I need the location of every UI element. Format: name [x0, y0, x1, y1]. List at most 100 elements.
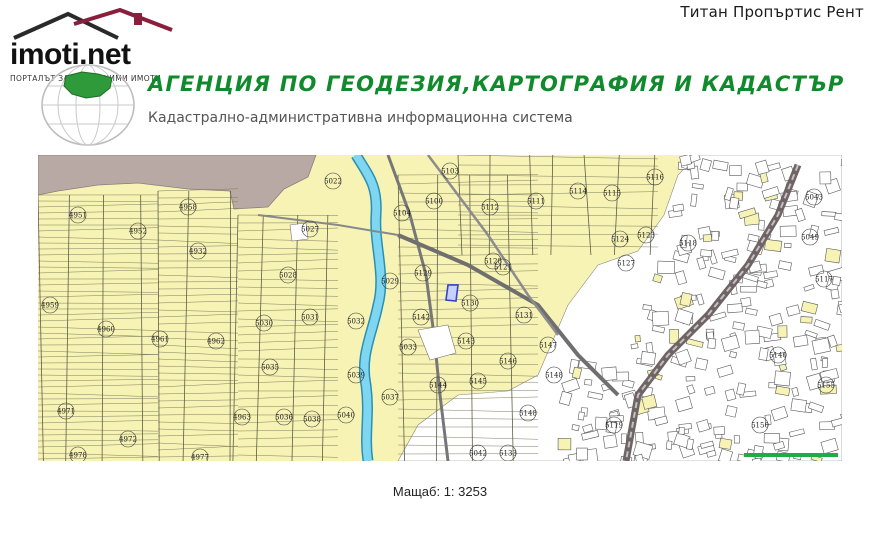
- parcel-number-label[interactable]: 4959: [41, 302, 59, 310]
- parcel-number-label[interactable]: 5031: [301, 314, 319, 322]
- urban-block: [651, 310, 670, 327]
- parcel-number-label[interactable]: 5032: [347, 318, 365, 326]
- urban-block: [726, 303, 743, 314]
- parcel-number-label[interactable]: 4972: [119, 436, 137, 444]
- parcel-number-label[interactable]: 5033: [399, 344, 417, 352]
- parcel-number-label[interactable]: 5148: [519, 410, 537, 418]
- cadastral-map[interactable]: 4951 4952 4958 4959 4960 4961 4962 4971 4972 4978…: [38, 155, 842, 461]
- parcel-number-label[interactable]: 5148: [545, 372, 563, 380]
- parcel-number-label[interactable]: 4951: [69, 212, 87, 220]
- urban-block: [824, 247, 842, 264]
- parcel-number-label[interactable]: 5029: [381, 278, 399, 286]
- urban-block: [733, 435, 740, 444]
- parcel-number-label[interactable]: 4952: [129, 228, 147, 236]
- parcel-number-label[interactable]: 5124: [611, 236, 629, 244]
- urban-block: [744, 329, 761, 345]
- urban-block: [821, 358, 829, 368]
- urban-block: [718, 437, 733, 450]
- parcel-number-label[interactable]: 5039: [347, 372, 365, 380]
- urban-block: [630, 343, 639, 350]
- parcel-number-label[interactable]: 5022: [324, 178, 342, 186]
- parcel-number-label[interactable]: 5116: [646, 174, 664, 182]
- parcel-number-label[interactable]: 5147: [539, 342, 557, 350]
- urban-block: [764, 238, 783, 252]
- parcel-number-label[interactable]: 5038: [303, 416, 321, 424]
- parcel-number-label[interactable]: 5111: [527, 198, 545, 206]
- parcel-number-label[interactable]: 4971: [57, 408, 75, 416]
- urban-block: [758, 347, 769, 361]
- parcel-number-label[interactable]: 5119: [605, 422, 623, 430]
- parcel-number-label[interactable]: 5130: [461, 300, 479, 308]
- urban-block: [702, 234, 713, 242]
- parcel-number-label[interactable]: 5100: [425, 198, 443, 206]
- parcel-number-label[interactable]: 5145: [469, 378, 487, 386]
- parcel-number-label[interactable]: 5142: [412, 314, 430, 322]
- urban-block: [640, 351, 657, 366]
- urban-block: [665, 440, 673, 450]
- urban-block: [576, 447, 588, 461]
- parcel-number-label[interactable]: 5035: [261, 364, 279, 372]
- parcel-number-label[interactable]: 5140: [769, 352, 787, 360]
- parcel-number-label[interactable]: 5042: [469, 450, 487, 458]
- urban-block: [602, 434, 618, 449]
- urban-block: [657, 260, 675, 274]
- urban-block: [728, 196, 740, 210]
- parcel-number-label[interactable]: 5131: [515, 312, 533, 320]
- urban-block: [763, 432, 781, 444]
- urban-block: [840, 158, 842, 167]
- parcel-number-label[interactable]: 5037: [381, 394, 399, 402]
- house-roof-icon: [13, 8, 173, 40]
- parcel-number-label[interactable]: 5104: [393, 210, 411, 218]
- parcel-number-label[interactable]: 5129: [414, 270, 432, 278]
- parcel-number-label[interactable]: 4978: [69, 452, 87, 460]
- parcel-number-label[interactable]: 5112: [481, 204, 499, 212]
- parcel-number-label[interactable]: 5049: [801, 234, 819, 242]
- highlighted-parcel[interactable]: [445, 284, 459, 302]
- urban-block: [777, 325, 788, 338]
- parcel-number-label[interactable]: 4963: [233, 414, 251, 422]
- urban-block: [713, 426, 726, 436]
- parcel-number-label[interactable]: 4960: [97, 326, 115, 334]
- parcel-number-label[interactable]: 4932: [189, 248, 207, 256]
- parcel-number-label[interactable]: 5146: [499, 358, 517, 366]
- map-scale-label: Мащаб: 1: 3253: [392, 484, 488, 499]
- urban-block: [678, 426, 686, 435]
- parcel-number-label[interactable]: 5150: [751, 422, 769, 430]
- parcel-number-label[interactable]: 5027: [301, 226, 319, 234]
- scale-bar: [744, 453, 838, 457]
- parcel-number-label[interactable]: 5043: [805, 194, 823, 202]
- urban-block: [690, 193, 698, 207]
- urban-block: [835, 343, 842, 353]
- parcel-number-label[interactable]: 5127: [617, 260, 635, 268]
- urban-block: [729, 351, 738, 359]
- parcel-number-label[interactable]: 5118: [679, 240, 697, 248]
- urban-block: [830, 288, 840, 300]
- parcel-number-label[interactable]: 5117: [815, 276, 833, 284]
- parcel-number-label[interactable]: 4977: [191, 454, 209, 461]
- parcel-number-label[interactable]: 4958: [179, 204, 197, 212]
- urban-block: [621, 433, 627, 445]
- urban-block: [679, 155, 693, 167]
- parcel-number-label[interactable]: 5036: [275, 414, 293, 422]
- parcel-number-label[interactable]: 5143: [457, 338, 475, 346]
- parcel-number-label[interactable]: 4962: [207, 338, 225, 346]
- map-canvas[interactable]: 4951 4952 4958 4959 4960 4961 4962 4971 4972 4978…: [38, 155, 842, 461]
- parcel-number-label[interactable]: 5115: [603, 190, 621, 198]
- parcel-number-label[interactable]: 5133: [499, 450, 517, 458]
- urban-block: [679, 292, 693, 307]
- parcel-number-label[interactable]: 5128: [484, 258, 502, 266]
- parcel-number-label[interactable]: 5040: [337, 412, 355, 420]
- urban-block: [783, 242, 792, 249]
- parcel-number-label[interactable]: 5155: [817, 382, 835, 390]
- urban-block: [584, 378, 593, 386]
- parcel-number-label[interactable]: 5114: [569, 188, 587, 196]
- urban-block: [811, 337, 831, 355]
- parcel-number-label[interactable]: 5103: [441, 168, 459, 176]
- parcel-number-label[interactable]: 4961: [151, 336, 169, 344]
- urban-block: [819, 171, 832, 185]
- parcel-number-label[interactable]: 5028: [279, 272, 297, 280]
- parcel-number-label[interactable]: 5030: [255, 320, 273, 328]
- parcel-number-label[interactable]: 5123: [637, 232, 655, 240]
- parcel-number-label[interactable]: 5144: [429, 382, 447, 390]
- urban-block: [711, 231, 720, 241]
